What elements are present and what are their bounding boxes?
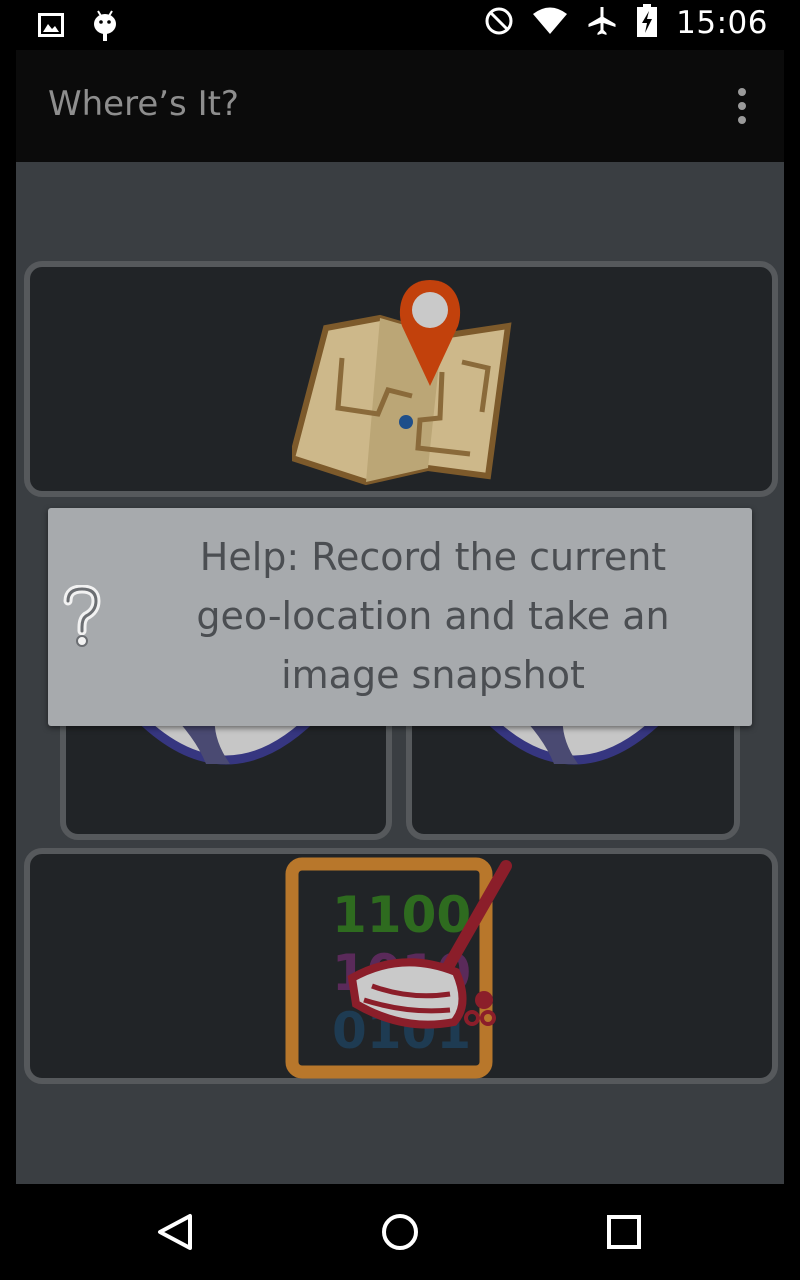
- home-icon[interactable]: [376, 1208, 424, 1256]
- back-icon[interactable]: [152, 1208, 200, 1256]
- map-pin-icon: [292, 280, 512, 486]
- notification-icons: [38, 8, 118, 46]
- android-notification-icon: [92, 8, 118, 46]
- app-title: Where’s It?: [48, 84, 239, 124]
- airplane-mode-icon: [586, 5, 618, 41]
- binary-row-1: 1100: [332, 886, 471, 944]
- more-vert-icon[interactable]: [736, 88, 748, 124]
- recents-icon[interactable]: [600, 1208, 648, 1256]
- status-clock: 15:06: [676, 5, 768, 41]
- help-toast-text: Help: Record the current geo-location an…: [196, 535, 670, 697]
- battery-charging-icon: [636, 4, 658, 42]
- system-icons: 15:06: [484, 4, 768, 42]
- wifi-icon: [532, 7, 568, 39]
- question-mark-icon: [63, 585, 101, 647]
- clear-data-card[interactable]: 1100 1010 0101: [24, 848, 778, 1084]
- broom-binary-icon: 1100 1010 0101: [285, 857, 512, 1079]
- status-bar: 15:06: [0, 0, 800, 50]
- action-bar: Where’s It?: [16, 50, 784, 162]
- do-not-disturb-icon: [484, 6, 514, 40]
- navigation-bar: [0, 1184, 800, 1280]
- record-location-card[interactable]: [24, 261, 778, 497]
- image-notification-icon: [38, 13, 64, 41]
